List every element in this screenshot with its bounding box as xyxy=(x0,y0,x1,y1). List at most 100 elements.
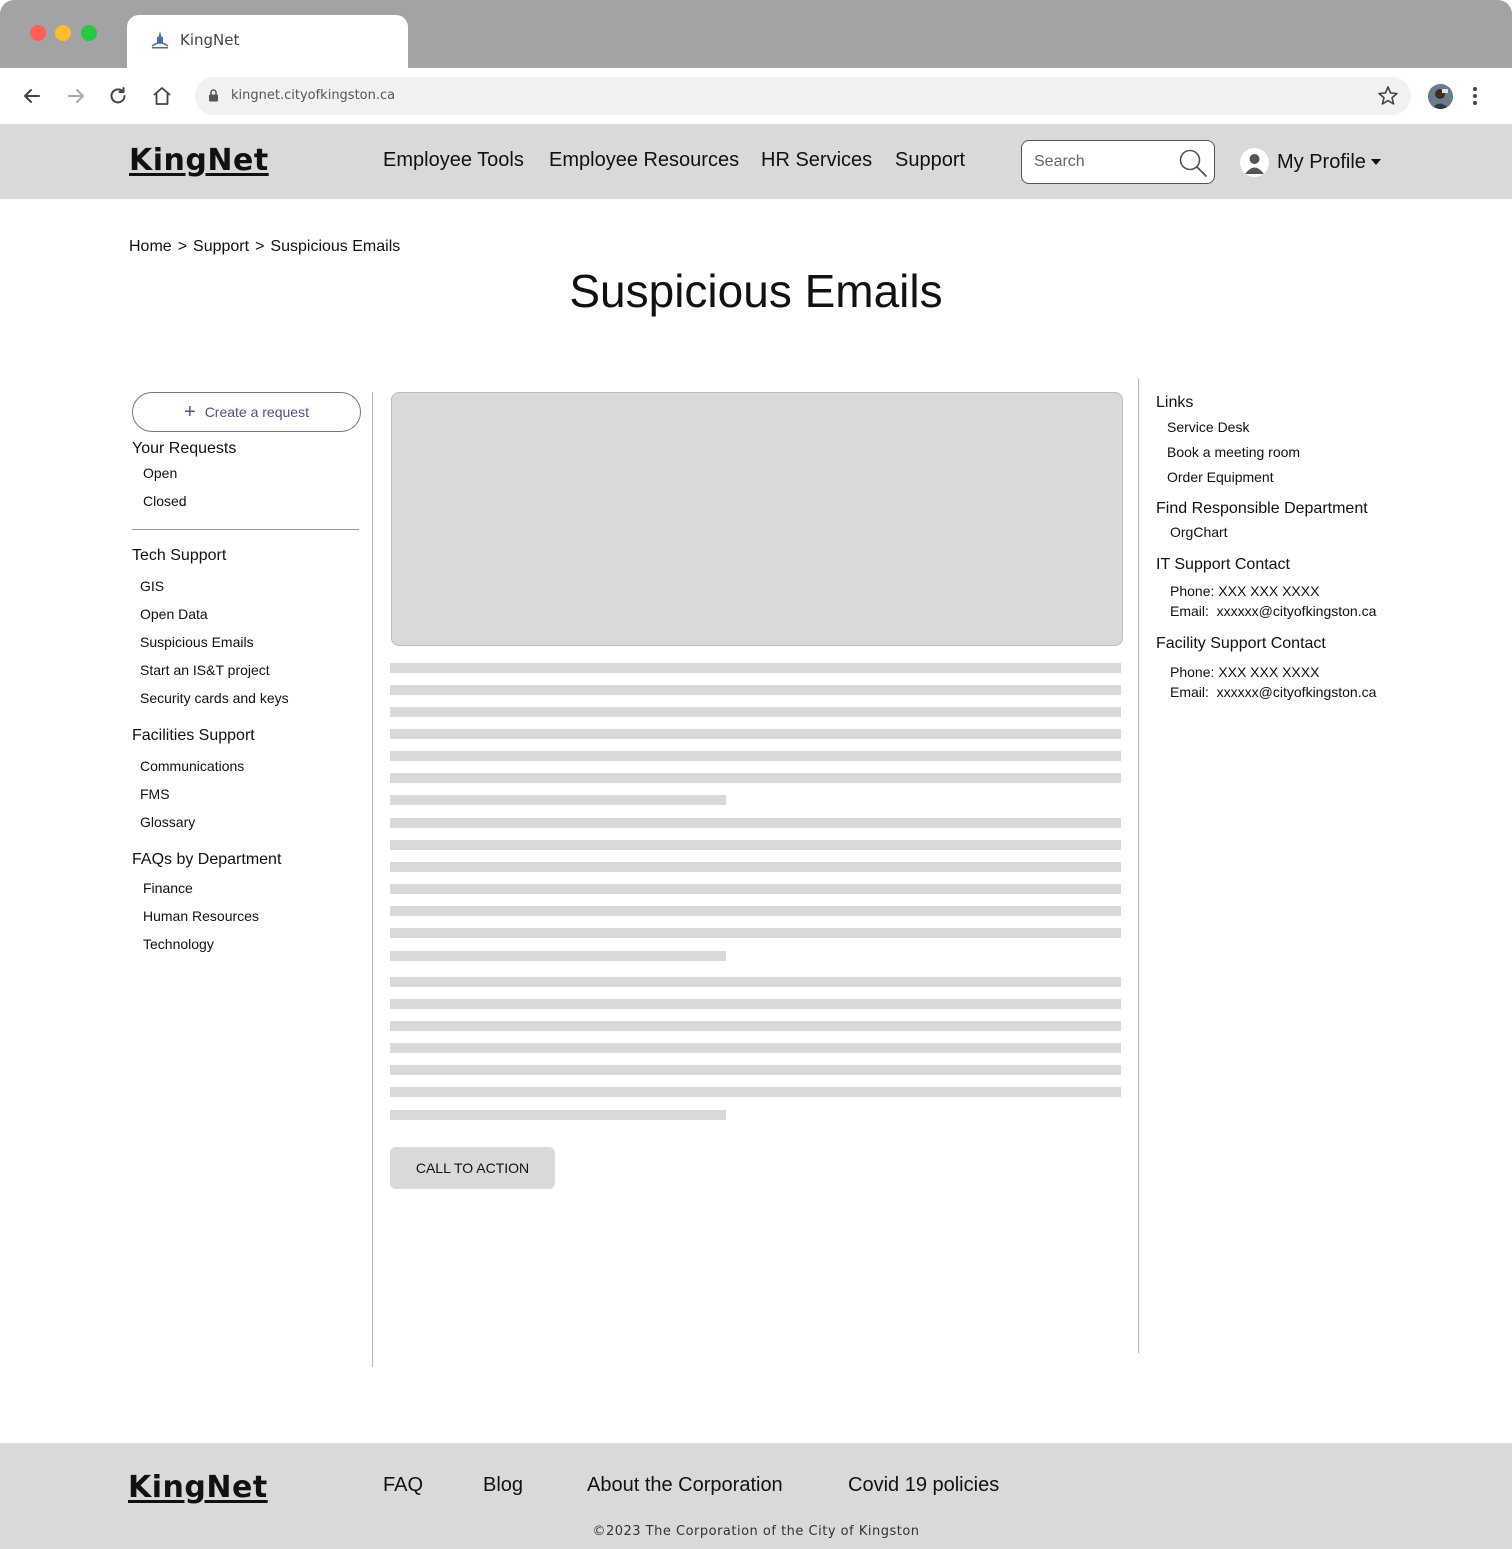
site-header: KingNet Employee Tools Employee Resource… xyxy=(0,124,1512,199)
text-placeholder-line xyxy=(390,884,1121,894)
text-placeholder-line xyxy=(390,1043,1121,1053)
site-logo[interactable]: KingNet xyxy=(129,143,269,178)
search-input[interactable] xyxy=(1034,151,1174,173)
link-book-meeting-room[interactable]: Book a meeting room xyxy=(1167,444,1300,460)
home-icon[interactable] xyxy=(150,84,174,108)
footer-link-about[interactable]: About the Corporation xyxy=(587,1474,783,1497)
search-box xyxy=(1021,140,1215,184)
breadcrumb-separator: > xyxy=(177,238,188,255)
it-support-phone: Phone: XXX XXX XXXX xyxy=(1170,583,1320,599)
text-placeholder-line xyxy=(390,951,726,961)
sidebar-item-open[interactable]: Open xyxy=(143,465,177,481)
link-orgchart[interactable]: OrgChart xyxy=(1170,524,1228,540)
footer-logo[interactable]: KingNet xyxy=(128,1470,268,1505)
minimize-window-button[interactable] xyxy=(55,25,71,41)
it-support-heading: IT Support Contact xyxy=(1156,556,1290,573)
create-request-label: Create a request xyxy=(204,404,309,420)
site-footer: KingNet FAQ Blog About the Corporation C… xyxy=(0,1443,1512,1549)
url-text: kingnet.cityofkingston.ca xyxy=(231,88,396,103)
text-placeholder-line xyxy=(390,795,726,805)
tab-title: KingNet xyxy=(180,31,240,49)
sidebar-item-finance[interactable]: Finance xyxy=(143,880,193,896)
nav-employee-resources[interactable]: Employee Resources xyxy=(549,149,739,172)
breadcrumb-current: Suspicious Emails xyxy=(270,238,401,255)
link-service-desk[interactable]: Service Desk xyxy=(1167,419,1249,435)
back-icon[interactable] xyxy=(20,84,44,108)
sidebar-item-fms[interactable]: FMS xyxy=(140,786,170,802)
breadcrumb-home[interactable]: Home xyxy=(129,238,172,256)
links-heading: Links xyxy=(1156,394,1194,411)
sidebar-item-human-resources[interactable]: Human Resources xyxy=(143,908,259,924)
link-order-equipment[interactable]: Order Equipment xyxy=(1167,469,1274,485)
text-placeholder-line xyxy=(390,751,1121,761)
caret-down-icon xyxy=(1370,159,1381,165)
facilities-support-heading: Facilities Support xyxy=(132,727,255,744)
my-profile-menu[interactable]: My Profile xyxy=(1240,146,1383,178)
text-placeholder-line xyxy=(390,685,1121,695)
sidebar-item-glossary[interactable]: Glossary xyxy=(140,814,195,830)
browser-profile-avatar[interactable] xyxy=(1428,84,1453,109)
it-support-email[interactable]: Email: xxxxxx@cityofkingston.ca xyxy=(1170,603,1376,619)
sidebar-item-security-cards[interactable]: Security cards and keys xyxy=(140,690,289,706)
text-placeholder-line xyxy=(390,999,1121,1009)
facility-support-heading: Facility Support Contact xyxy=(1156,635,1326,652)
text-placeholder-line xyxy=(390,1110,726,1120)
text-placeholder-line xyxy=(390,928,1121,938)
hero-image-placeholder xyxy=(391,392,1123,646)
nav-employee-tools[interactable]: Employee Tools xyxy=(383,149,524,172)
forward-icon[interactable] xyxy=(64,84,88,108)
city-favicon-icon xyxy=(151,31,169,49)
sidebar-item-communications[interactable]: Communications xyxy=(140,758,244,774)
facility-support-email[interactable]: Email: xxxxxx@cityofkingston.ca xyxy=(1170,684,1376,700)
sidebar-item-technology[interactable]: Technology xyxy=(143,936,214,952)
address-bar[interactable]: kingnet.cityofkingston.ca xyxy=(195,77,1411,115)
reload-icon[interactable] xyxy=(106,84,130,108)
left-column-divider xyxy=(372,392,373,1367)
sidebar-item-open-data[interactable]: Open Data xyxy=(140,606,208,622)
call-to-action-button[interactable]: CALL TO ACTION xyxy=(390,1147,555,1189)
sidebar-divider xyxy=(132,529,359,530)
sidebar-item-closed[interactable]: Closed xyxy=(143,493,187,509)
nav-support[interactable]: Support xyxy=(895,149,965,172)
my-profile-label: My Profile xyxy=(1277,150,1366,173)
sidebar-item-ist-project[interactable]: Start an IS&T project xyxy=(140,662,270,678)
text-placeholder-line xyxy=(390,862,1121,872)
user-avatar-icon xyxy=(1240,147,1269,177)
nav-hr-services[interactable]: HR Services xyxy=(761,149,872,172)
text-placeholder-line xyxy=(390,977,1121,987)
maximize-window-button[interactable] xyxy=(81,25,97,41)
text-placeholder-line xyxy=(390,729,1121,739)
breadcrumb-separator: > xyxy=(255,238,265,255)
browser-menu-icon[interactable] xyxy=(1466,85,1484,107)
footer-link-faq[interactable]: FAQ xyxy=(383,1474,423,1497)
browser-tab-bar: KingNet xyxy=(0,0,1512,68)
faqs-heading: FAQs by Department xyxy=(132,851,282,868)
text-placeholder-line xyxy=(390,773,1121,783)
footer-link-blog[interactable]: Blog xyxy=(483,1474,523,1497)
tech-support-heading: Tech Support xyxy=(132,547,227,564)
text-placeholder-line xyxy=(390,906,1121,916)
text-placeholder-line xyxy=(390,1087,1121,1097)
text-placeholder-line xyxy=(390,818,1121,828)
browser-tab[interactable]: KingNet xyxy=(127,15,408,68)
facility-support-phone: Phone: XXX XXX XXXX xyxy=(1170,664,1320,680)
sidebar-item-suspicious-emails[interactable]: Suspicious Emails xyxy=(140,634,254,650)
plus-icon: + xyxy=(184,401,196,423)
page-title: Suspicious Emails xyxy=(569,265,943,317)
responsible-department-heading: Find Responsible Department xyxy=(1156,500,1368,517)
lock-icon xyxy=(209,89,218,102)
text-placeholder-line xyxy=(390,840,1121,850)
sidebar-item-gis[interactable]: GIS xyxy=(140,578,164,594)
your-requests-heading: Your Requests xyxy=(132,440,237,457)
text-placeholder-line xyxy=(390,1021,1121,1031)
right-column-divider xyxy=(1138,378,1139,1353)
text-placeholder-line xyxy=(390,1065,1121,1075)
breadcrumb-support[interactable]: Support xyxy=(193,238,249,256)
close-window-button[interactable] xyxy=(30,25,46,41)
footer-link-covid[interactable]: Covid 19 policies xyxy=(848,1474,999,1497)
text-placeholder-line xyxy=(390,707,1121,717)
create-request-button[interactable]: + Create a request xyxy=(132,392,361,432)
browser-toolbar: kingnet.cityofkingston.ca xyxy=(0,68,1512,124)
search-icon[interactable] xyxy=(1178,148,1208,178)
bookmark-star-icon[interactable] xyxy=(1377,85,1399,107)
